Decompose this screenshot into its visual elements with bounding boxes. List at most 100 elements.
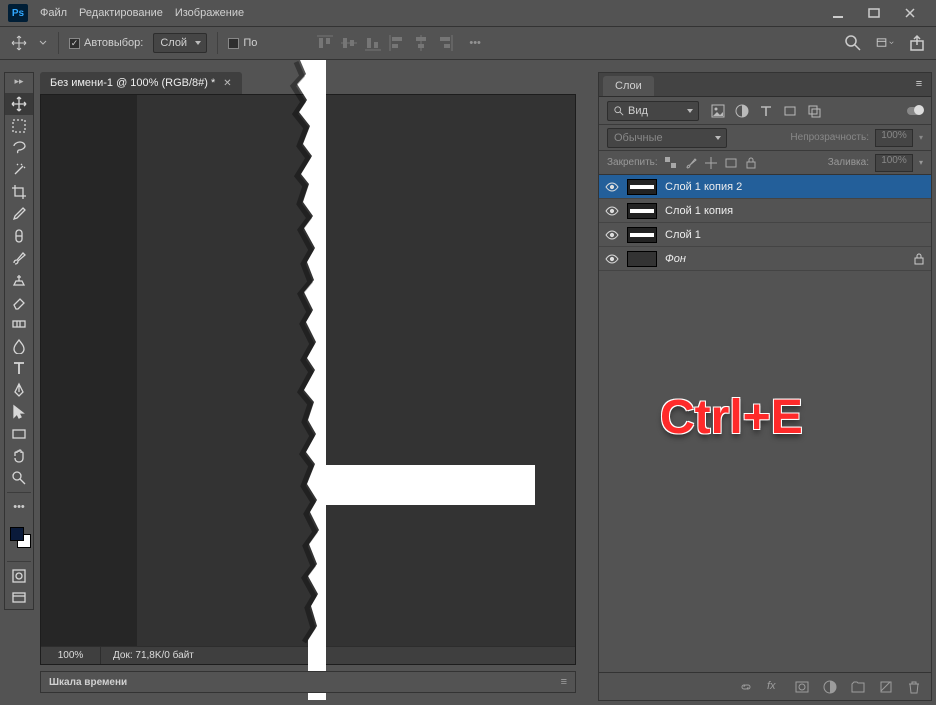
filter-toggle-switch[interactable]	[907, 107, 923, 115]
tool-preset-dropdown[interactable]	[38, 39, 48, 47]
group-layers-icon[interactable]	[851, 680, 865, 694]
canvas-area[interactable]: 100% Док: 71,8K/0 байт	[40, 94, 576, 665]
menubar: Ps Файл Редактирование Изображение	[0, 0, 936, 26]
app-logo: Ps	[8, 4, 28, 22]
share-icon[interactable]	[908, 34, 926, 52]
color-swatches[interactable]	[5, 522, 33, 558]
eraser-tool[interactable]	[5, 291, 33, 313]
foreground-color-swatch[interactable]	[10, 527, 24, 541]
lock-transparency-icon[interactable]	[664, 156, 678, 170]
move-tool[interactable]	[5, 93, 33, 115]
filter-type-icon[interactable]	[759, 104, 773, 118]
hand-tool[interactable]	[5, 445, 33, 467]
layer-style-icon[interactable]: fx	[767, 680, 781, 694]
align-bottom-icon[interactable]	[365, 35, 381, 51]
layer-item[interactable]: Слой 1 копия	[599, 199, 931, 223]
marquee-tool[interactable]	[5, 115, 33, 137]
move-tool-icon	[10, 34, 28, 52]
opacity-input[interactable]: 100%	[875, 129, 913, 147]
maximize-button[interactable]	[856, 0, 892, 26]
minimize-button[interactable]	[820, 0, 856, 26]
edit-toolbar-button[interactable]: •••	[5, 496, 33, 518]
align-hcenter-icon[interactable]	[413, 35, 429, 51]
gradient-tool[interactable]	[5, 313, 33, 335]
pen-tool[interactable]	[5, 379, 33, 401]
toolstrip-expand[interactable]: ▸▸	[5, 75, 33, 87]
autoselect-label: Автовыбор:	[84, 37, 143, 49]
lasso-tool[interactable]	[5, 137, 33, 159]
link-layers-icon[interactable]	[739, 680, 753, 694]
path-select-tool[interactable]	[5, 401, 33, 423]
brush-tool[interactable]	[5, 247, 33, 269]
filter-smartobject-icon[interactable]	[807, 104, 821, 118]
filter-type-select[interactable]: Вид	[607, 101, 699, 121]
lock-artboard-icon[interactable]	[724, 156, 738, 170]
workspace-switcher-icon[interactable]	[876, 34, 894, 52]
lock-all-icon[interactable]	[744, 156, 758, 170]
blur-tool[interactable]	[5, 335, 33, 357]
layers-panel: Слои ≡ Вид Обычные Непрозрачность: 100% …	[598, 72, 932, 701]
layer-thumbnail	[627, 227, 657, 243]
search-icon	[614, 106, 624, 116]
zoom-tool[interactable]	[5, 467, 33, 489]
visibility-toggle[interactable]	[605, 204, 619, 218]
fill-input[interactable]: 100%	[875, 154, 913, 172]
visibility-toggle[interactable]	[605, 180, 619, 194]
artboard	[137, 95, 575, 648]
layer-name: Слой 1 копия	[665, 205, 733, 217]
filter-icon-group	[711, 104, 821, 118]
layer-mask-icon[interactable]	[795, 680, 809, 694]
opacity-chevron-icon[interactable]: ▾	[919, 133, 923, 142]
lock-position-icon[interactable]	[704, 156, 718, 170]
timeline-menu-icon[interactable]: ≡	[561, 676, 567, 688]
more-icon[interactable]: •••	[469, 37, 481, 49]
type-tool[interactable]	[5, 357, 33, 379]
blend-mode-select[interactable]: Обычные	[607, 128, 727, 148]
rectangle-tool[interactable]	[5, 423, 33, 445]
visibility-toggle[interactable]	[605, 228, 619, 242]
fill-chevron-icon[interactable]: ▾	[919, 158, 923, 167]
window-controls	[820, 0, 928, 26]
tool-strip: ▸▸ •••	[4, 72, 34, 610]
align-top-icon[interactable]	[317, 35, 333, 51]
eyedropper-tool[interactable]	[5, 203, 33, 225]
panel-tab-layers[interactable]: Слои	[603, 76, 654, 96]
menu-edit[interactable]: Редактирование	[79, 7, 163, 19]
zoom-level[interactable]: 100%	[41, 647, 101, 664]
menu-file[interactable]: Файл	[40, 7, 67, 19]
close-tab-icon[interactable]: ✕	[223, 78, 231, 89]
delete-layer-icon[interactable]	[907, 680, 921, 694]
status-bar: 100% Док: 71,8K/0 байт	[41, 646, 575, 664]
document-info[interactable]: Док: 71,8K/0 байт	[101, 650, 206, 661]
crop-tool[interactable]	[5, 181, 33, 203]
lock-label: Закрепить:	[607, 157, 658, 168]
clone-stamp-tool[interactable]	[5, 269, 33, 291]
layer-item[interactable]: Слой 1 копия 2	[599, 175, 931, 199]
autoselect-checkbox[interactable]: Автовыбор:	[69, 37, 143, 49]
new-layer-icon[interactable]	[879, 680, 893, 694]
screen-mode-toggle[interactable]	[5, 587, 33, 609]
magic-wand-tool[interactable]	[5, 159, 33, 181]
opacity-label: Непрозрачность:	[790, 132, 869, 143]
document-tab[interactable]: Без имени-1 @ 100% (RGB/8#) * ✕	[40, 72, 242, 94]
layer-item[interactable]: Фон	[599, 247, 931, 271]
filter-shape-icon[interactable]	[783, 104, 797, 118]
search-icon[interactable]	[844, 34, 862, 52]
quick-mask-toggle[interactable]	[5, 565, 33, 587]
close-button[interactable]	[892, 0, 928, 26]
timeline-panel-collapsed[interactable]: Шкала времени ≡	[40, 671, 576, 693]
align-left-icon[interactable]	[389, 35, 405, 51]
filter-pixel-icon[interactable]	[711, 104, 725, 118]
lock-pixels-icon[interactable]	[684, 156, 698, 170]
autoselect-target-select[interactable]: Слой	[153, 33, 207, 53]
layer-item[interactable]: Слой 1	[599, 223, 931, 247]
healing-brush-tool[interactable]	[5, 225, 33, 247]
filter-adjustment-icon[interactable]	[735, 104, 749, 118]
align-vcenter-icon[interactable]	[341, 35, 357, 51]
menu-image[interactable]: Изображение	[175, 7, 244, 19]
adjustment-layer-icon[interactable]	[823, 680, 837, 694]
panel-menu-icon[interactable]: ≡	[907, 72, 931, 96]
align-right-icon[interactable]	[437, 35, 453, 51]
show-transform-checkbox[interactable]: По	[228, 37, 257, 49]
visibility-toggle[interactable]	[605, 252, 619, 266]
